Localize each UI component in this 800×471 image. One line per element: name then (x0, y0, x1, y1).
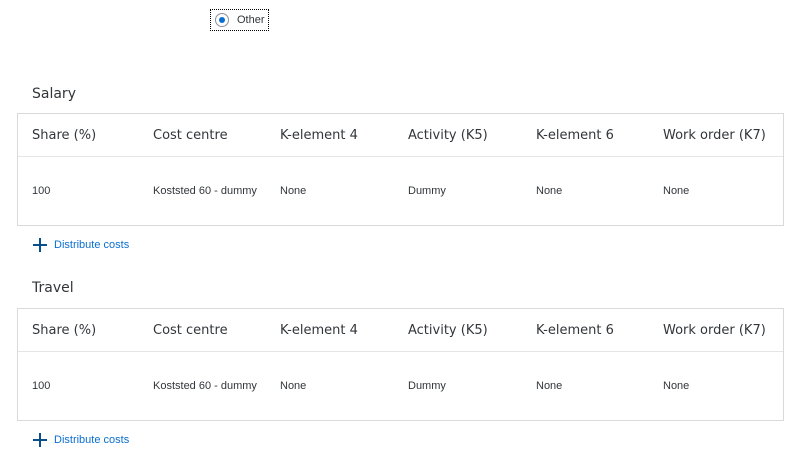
plus-icon (32, 432, 48, 448)
plus-icon (32, 237, 48, 253)
column-header[interactable]: K-element 6 (536, 309, 614, 351)
column-header[interactable]: Activity (K5) (408, 114, 488, 156)
column-header[interactable]: Work order (K7) (663, 114, 766, 156)
travel-table: Share (%) Cost centre K-element 4 Activi… (17, 308, 784, 421)
table-row[interactable]: 100 Koststed 60 - dummy None Dummy None … (18, 157, 783, 225)
column-header[interactable]: K-element 6 (536, 114, 614, 156)
distribute-costs-label: Distribute costs (54, 434, 130, 446)
cost-centre-cell: Koststed 60 - dummy (153, 380, 257, 392)
salary-table: Share (%) Cost centre K-element 4 Activi… (17, 113, 784, 226)
column-header[interactable]: Cost centre (153, 309, 228, 351)
table-header: Share (%) Cost centre K-element 4 Activi… (18, 309, 783, 352)
work-order-cell: None (663, 380, 690, 392)
activity-cell: Dummy (408, 185, 446, 197)
k-element-4-cell: None (280, 185, 307, 197)
activity-cell: Dummy (408, 380, 446, 392)
column-header[interactable]: Work order (K7) (663, 309, 766, 351)
k-element-6-cell: None (536, 380, 563, 392)
share-cell: 100 (32, 380, 51, 392)
table-header: Share (%) Cost centre K-element 4 Activi… (18, 114, 783, 157)
distribute-costs-button-travel[interactable]: Distribute costs (32, 432, 129, 448)
column-header[interactable]: Cost centre (153, 114, 228, 156)
column-header[interactable]: Share (%) (32, 114, 96, 156)
share-cell: 100 (32, 185, 51, 197)
table-row[interactable]: 100 Koststed 60 - dummy None Dummy None … (18, 352, 783, 420)
column-header[interactable]: K-element 4 (280, 309, 358, 351)
radio-label: Other (237, 14, 265, 26)
column-header[interactable]: Share (%) (32, 309, 96, 351)
section-title-travel: Travel (32, 280, 74, 296)
k-element-6-cell: None (536, 185, 563, 197)
cost-centre-cell: Koststed 60 - dummy (153, 185, 257, 197)
k-element-4-cell: None (280, 380, 307, 392)
other-radio-option[interactable]: Other (210, 9, 269, 31)
column-header[interactable]: K-element 4 (280, 114, 358, 156)
section-title-salary: Salary (32, 86, 76, 102)
radio-selected-dot (219, 17, 225, 23)
radio-button[interactable] (215, 13, 229, 27)
work-order-cell: None (663, 185, 690, 197)
distribute-costs-button-salary[interactable]: Distribute costs (32, 237, 129, 253)
distribute-costs-label: Distribute costs (54, 239, 130, 251)
column-header[interactable]: Activity (K5) (408, 309, 488, 351)
